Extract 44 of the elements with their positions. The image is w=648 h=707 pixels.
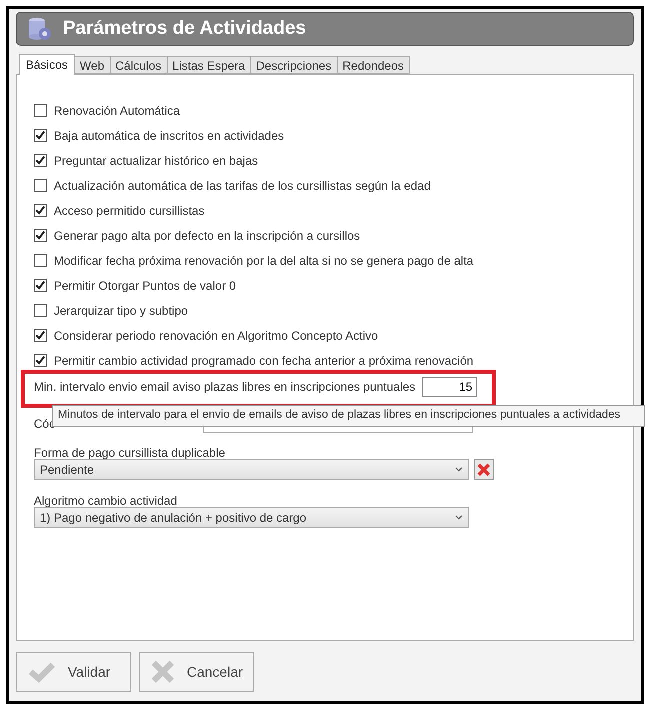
tab[interactable]: Listas Espera	[168, 56, 252, 74]
action-button[interactable]: Cancelar	[139, 652, 254, 692]
tab[interactable]: Cálculos	[110, 56, 168, 74]
tooltip: Minutos de intervalo para el envio de emails de aviso de plazas libres en inscripciones puntuales a actividades	[52, 405, 645, 427]
checkbox-label: Permitir cambio actividad programado con fecha anterior a próxima renovación	[54, 352, 474, 370]
checkbox-label: Permitir Otorgar Puntos de valor 0	[54, 278, 236, 294]
checkbox[interactable]	[34, 104, 47, 117]
caret-icon	[455, 515, 463, 520]
field-label: Forma de pago cursillista duplicable	[34, 445, 226, 462]
checkbox-label: Acceso permitido cursillistas	[54, 202, 205, 220]
checkbox[interactable]	[34, 279, 47, 292]
dropdown[interactable]: 1) Pago negativo de anulación + positivo de cargo	[34, 507, 469, 528]
field-label: Algoritmo cambio actividad	[34, 493, 178, 510]
dropdown[interactable]: Pendiente	[34, 459, 469, 480]
tab[interactable]: Web	[75, 56, 110, 74]
checkbox-label: Preguntar actualizar histórico en bajas	[54, 152, 258, 170]
checkbox-label: Modificar fecha próxima renovación por la del alta si no se genera pago de alta	[54, 252, 474, 270]
checkbox-label: Generar pago alta por defecto en la inscripción a cursillos	[54, 228, 360, 244]
checkbox[interactable]	[34, 179, 47, 192]
checkbox-label: Actualización automática de las tarifas de los cursillistas según la edad	[54, 178, 431, 194]
checkbox-label: Considerar periodo renovación en Algoritmo Concepto Activo	[54, 328, 378, 344]
close-icon	[151, 660, 175, 684]
checkbox-label: Renovación Automática	[54, 102, 180, 120]
tab[interactable]: Redondeos	[338, 56, 410, 74]
tab[interactable]: Básicos	[19, 54, 76, 75]
checkbox[interactable]	[34, 229, 47, 242]
clear-button[interactable]	[474, 459, 494, 480]
checkbox[interactable]	[34, 354, 47, 367]
caret-icon	[455, 467, 463, 472]
checkbox[interactable]	[34, 304, 47, 317]
checkbox[interactable]	[34, 329, 47, 342]
window-title: Parámetros de Actividades	[63, 16, 306, 41]
close-icon	[477, 462, 491, 476]
tab[interactable]: Descripciones	[251, 56, 338, 74]
checkbox-label: Baja automática de inscritos en actividades	[54, 128, 284, 144]
checkbox[interactable]	[34, 154, 47, 167]
checkbox-label: Jerarquizar tipo y subtipo	[54, 302, 188, 320]
field-label: Min. intervalo envio email aviso plazas libres en inscripciones puntuales	[34, 379, 416, 396]
checkbox[interactable]	[34, 129, 47, 142]
action-button[interactable]: Validar	[16, 652, 131, 692]
checkbox[interactable]	[34, 254, 47, 267]
interval-input[interactable]: 15	[422, 377, 477, 397]
checkmark-icon	[28, 661, 56, 683]
checkbox[interactable]	[34, 204, 47, 217]
